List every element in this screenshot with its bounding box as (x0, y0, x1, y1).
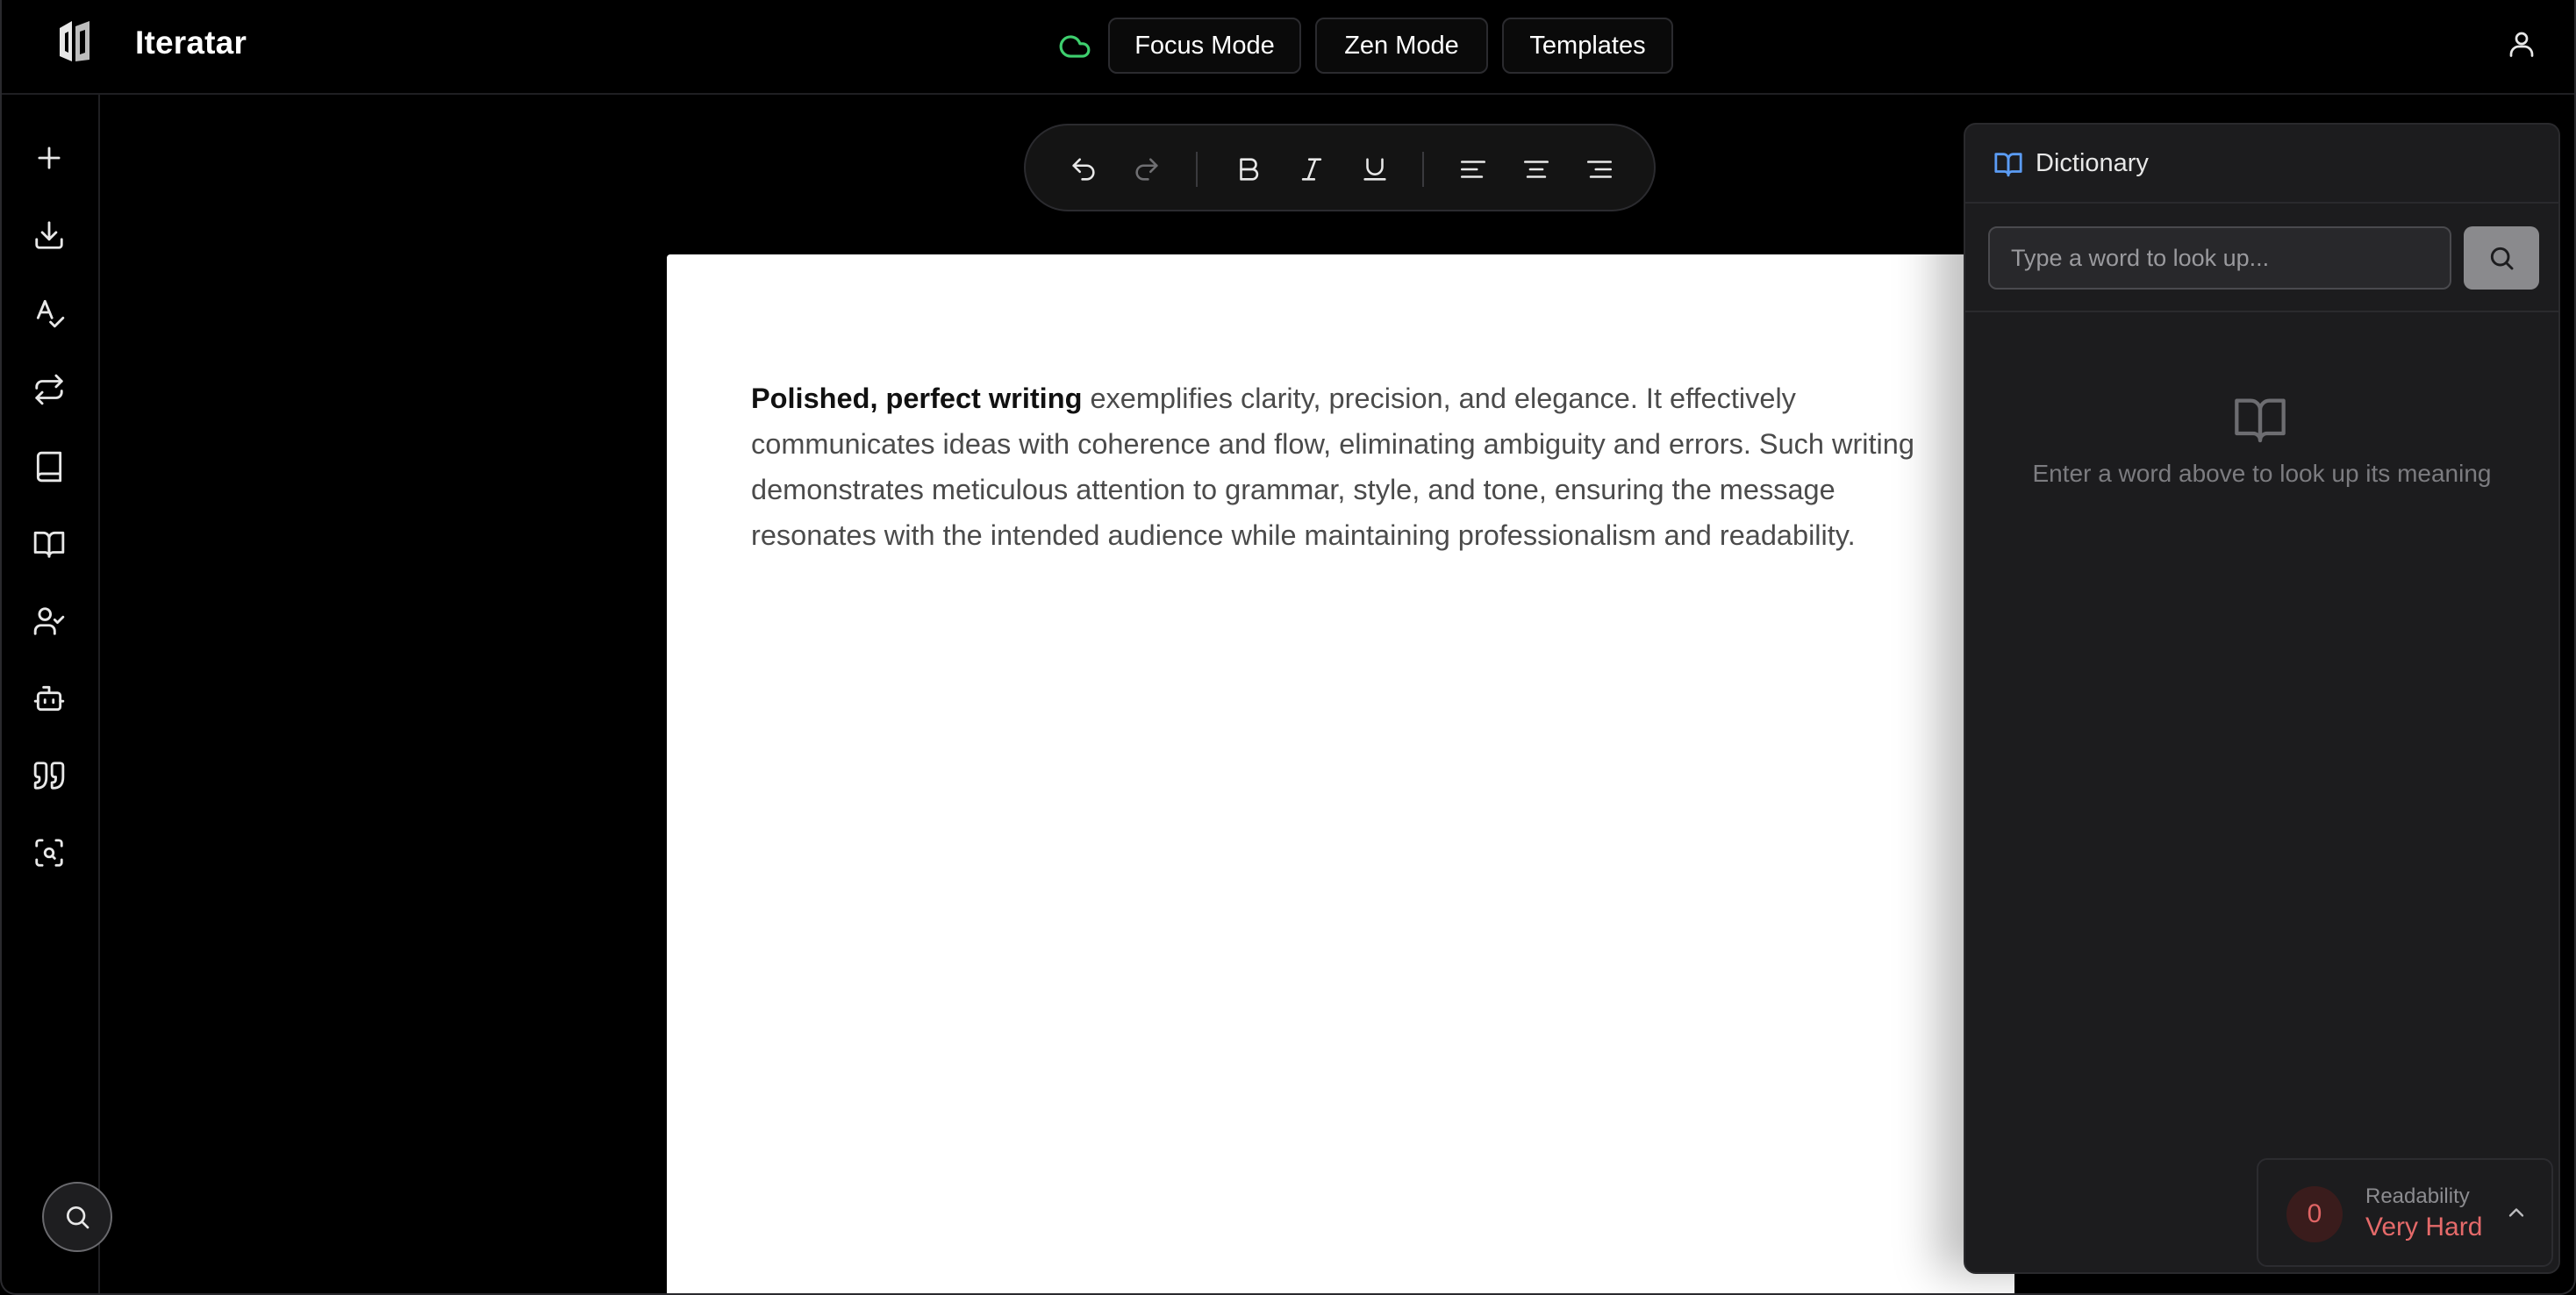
redo-button[interactable] (1129, 152, 1164, 187)
align-center-button[interactable] (1519, 152, 1554, 187)
formatting-toolbar (1024, 124, 1656, 211)
dictionary-search-input[interactable] (1988, 226, 2451, 290)
zen-mode-button[interactable]: Zen Mode (1315, 18, 1488, 74)
readability-level: Very Hard (2365, 1213, 2483, 1241)
book-open-icon (33, 531, 65, 558)
ai-assistant-button[interactable] (28, 677, 70, 719)
book-open-icon (2235, 398, 2286, 443)
document-text[interactable]: Polished, perfect writing exemplifies cl… (751, 376, 1918, 558)
bot-icon (33, 685, 65, 712)
align-right-button[interactable] (1582, 152, 1617, 187)
plus-icon (38, 147, 61, 169)
spell-check-icon (36, 299, 65, 328)
scan-search-icon (35, 839, 63, 867)
bold-button[interactable] (1231, 152, 1266, 187)
readability-widget[interactable]: 0 Readability Very Hard (2257, 1158, 2553, 1267)
spell-check-button[interactable] (28, 291, 70, 333)
app-logo-icon[interactable] (53, 18, 97, 65)
book-icon (36, 451, 62, 483)
italic-button[interactable] (1294, 152, 1329, 187)
align-left-button[interactable] (1456, 152, 1491, 187)
user-icon[interactable] (2506, 28, 2537, 60)
search-icon (2490, 247, 2514, 270)
toolbar-divider (1422, 152, 1424, 187)
redo-icon (1135, 158, 1158, 181)
left-sidebar (2, 95, 100, 1293)
chevron-up-icon[interactable] (2504, 1200, 2529, 1225)
dictionary-panel: Dictionary Enter a word above to look up… (1964, 123, 2560, 1274)
underline-button[interactable] (1357, 152, 1392, 187)
repeat-icon (35, 374, 63, 405)
audience-button[interactable] (28, 600, 70, 642)
app-name: Iteratar (135, 25, 247, 61)
align-right-icon (1586, 161, 1613, 178)
divider (1965, 311, 2558, 312)
top-bar: Iteratar Focus Mode Zen Mode Templates (2, 0, 2574, 95)
align-left-icon (1460, 161, 1486, 178)
user-check-icon (33, 607, 65, 635)
scan-search-button[interactable] (28, 832, 70, 874)
search-icon (67, 1206, 89, 1229)
readability-score: 0 (2286, 1186, 2343, 1242)
focus-mode-button[interactable]: Focus Mode (1108, 18, 1301, 74)
book-button[interactable] (28, 446, 70, 488)
dictionary-title: Dictionary (2036, 149, 2149, 177)
dictionary-search-button[interactable] (2464, 226, 2539, 290)
dictionary-button[interactable] (28, 523, 70, 565)
document-page[interactable]: Polished, perfect writing exemplifies cl… (667, 254, 2014, 1293)
underline-icon (1363, 158, 1386, 181)
align-center-icon (1523, 161, 1549, 178)
download-button[interactable] (28, 214, 70, 256)
quote-icon (33, 762, 65, 790)
floating-search-button[interactable] (42, 1182, 112, 1252)
readability-label: Readability (2365, 1184, 2470, 1208)
quote-button[interactable] (28, 755, 70, 797)
toolbar-divider (1196, 152, 1198, 187)
dictionary-header: Dictionary (1965, 125, 2558, 204)
undo-icon (1072, 158, 1095, 181)
undo-button[interactable] (1066, 152, 1101, 187)
download-icon (35, 221, 63, 249)
bold-icon (1240, 158, 1259, 181)
dictionary-empty-message: Enter a word above to look up its meanin… (2032, 460, 2492, 487)
cloud-sync-icon (1059, 35, 1091, 58)
italic-icon (1301, 158, 1322, 181)
book-open-icon (1994, 153, 2022, 177)
app-window: Iteratar Focus Mode Zen Mode Templates P… (0, 0, 2576, 1295)
rephrase-button[interactable] (28, 368, 70, 411)
templates-button[interactable]: Templates (1502, 18, 1673, 74)
new-document-button[interactable] (28, 137, 70, 179)
document-lead-text: Polished, perfect writing (751, 383, 1083, 414)
